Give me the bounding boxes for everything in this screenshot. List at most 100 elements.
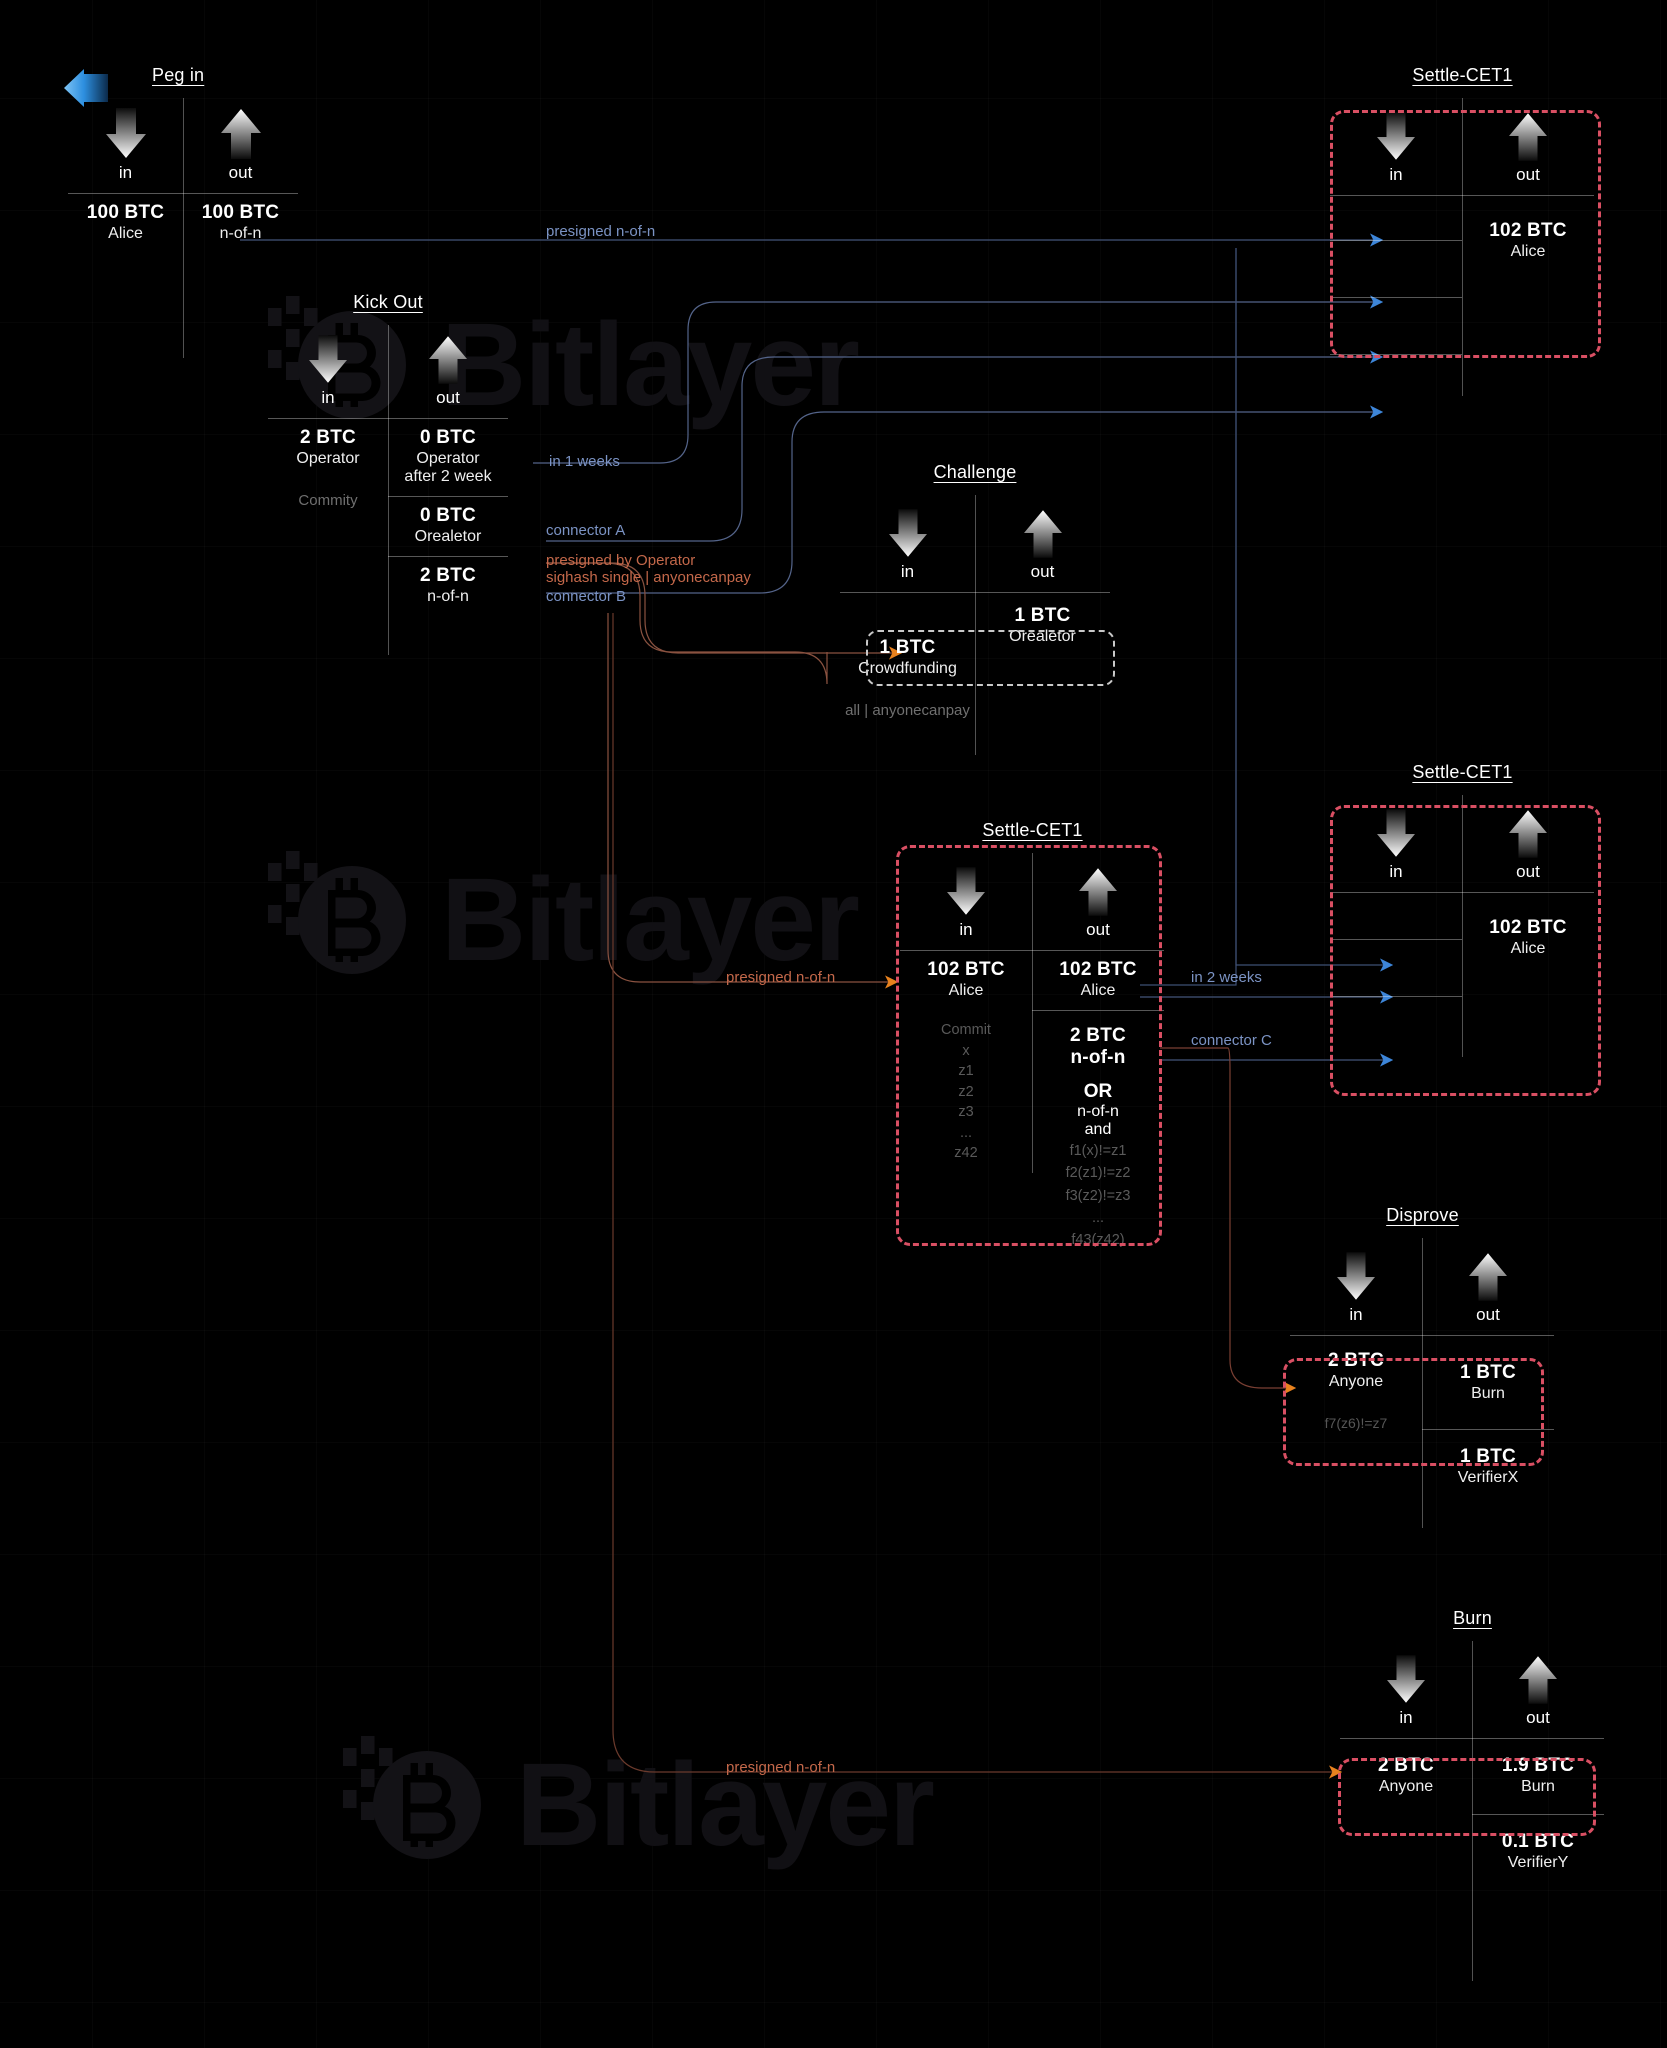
commit-item: z42	[954, 1145, 978, 1162]
amount-owner: Alice	[1080, 982, 1116, 999]
amount-value: 1 BTC	[1460, 1446, 1516, 1467]
burn-input-0: 2 BTC Anyone	[1340, 1739, 1472, 1806]
amount-value: 0.1 BTC	[1501, 1831, 1575, 1852]
burn-output-1: 0.1 BTC VerifierY	[1472, 1815, 1604, 1882]
arrow-up-icon	[1509, 810, 1547, 858]
amount-owner: VerifierY	[1507, 1854, 1569, 1871]
settle-top-in-io: in	[1330, 108, 1462, 185]
commit-item: x	[962, 1042, 970, 1059]
peg-in-in-io: in	[68, 104, 183, 183]
settle-top-out-io: out	[1462, 108, 1594, 185]
settle-cet1-top-title: Settle-CET1	[1412, 65, 1513, 85]
arrow-down-icon	[309, 335, 347, 383]
amount-value: 2 BTC	[420, 565, 476, 586]
arrow-up-icon	[1519, 1656, 1557, 1704]
kick-out-output-1: 0 BTC Orealetor	[388, 497, 508, 556]
amount-value: 1 BTC	[879, 637, 936, 658]
amount-value: 102 BTC	[1489, 220, 1567, 241]
arrow-down-icon	[1377, 809, 1415, 857]
settle-mid-in-io: in	[900, 863, 1032, 940]
or-label: OR	[1083, 1081, 1113, 1102]
io-label-in: in	[1399, 1708, 1413, 1727]
amount-owner: Crowdfunding	[858, 660, 957, 677]
io-label-in: in	[118, 163, 133, 182]
amount-owner: Operator	[296, 450, 360, 467]
io-label-out: out	[436, 388, 460, 407]
settle-mid-output-0: 102 BTC Alice	[1032, 951, 1164, 1010]
node-burn: Burn in 2 BTC Anyone out 1.9 BTC Burn 0.…	[1340, 1608, 1605, 1981]
challenge-in-io: in	[840, 505, 975, 582]
amount-owner: n-of-n	[219, 225, 262, 242]
arrow-up-icon	[1469, 1253, 1507, 1301]
io-label-out: out	[1030, 562, 1055, 581]
node-settle-cet1-right: Settle-CET1 in out 102 BTC Alice	[1330, 762, 1595, 1057]
disprove-in-io: in	[1290, 1248, 1422, 1325]
label-connector-c: connector C	[1191, 1032, 1272, 1049]
amount-value: 2 BTC	[1070, 1025, 1126, 1046]
peg-in-output-0: 100 BTC n-of-n	[183, 194, 298, 253]
io-label-in: in	[1389, 165, 1403, 184]
disprove-input-note: f7(z6)!=z7	[1324, 1415, 1388, 1431]
or-and: and	[1084, 1121, 1112, 1138]
disprove-title: Disprove	[1386, 1205, 1459, 1225]
amount-value: 2 BTC	[1378, 1755, 1434, 1776]
settle-top-output-0: 102 BTC Alice	[1462, 196, 1594, 271]
amount-value: 0 BTC	[420, 427, 476, 448]
amount-value: 0 BTC	[420, 505, 476, 526]
amount-owner: Orealetor	[1009, 628, 1076, 645]
burn-title: Burn	[1453, 1608, 1492, 1628]
node-settle-cet1-mid: Settle-CET1 in 102 BTC Alice Commit x z1…	[900, 820, 1165, 1250]
arrow-up-icon	[429, 336, 467, 384]
amount-owner: Anyone	[1378, 1778, 1434, 1795]
peg-in-title: Peg in	[152, 65, 205, 85]
label-connector-b: connector B	[546, 588, 627, 605]
peg-in-input-0: 100 BTC Alice	[68, 194, 183, 253]
commit-item: z3	[958, 1104, 974, 1121]
challenge-title: Challenge	[933, 462, 1017, 482]
io-label-out: out	[1516, 165, 1540, 184]
disprove-output-0: 1 BTC Burn	[1422, 1336, 1554, 1429]
peg-in-out-io: out	[183, 104, 298, 183]
amount-owner: Burn	[1471, 1385, 1505, 1402]
kick-out-in-io: in	[268, 331, 388, 408]
node-peg-in: Peg in in 100 BTC Alice out 100 BTC n-of…	[68, 65, 298, 358]
amount-value: 1 BTC	[1460, 1362, 1516, 1383]
label-in-1-weeks: in 1 weeks	[549, 453, 620, 470]
io-label-out: out	[1476, 1305, 1500, 1324]
io-label-out: out	[1516, 862, 1540, 881]
kick-out-title: Kick Out	[353, 292, 423, 312]
arrow-down-icon	[947, 867, 985, 915]
io-label-out: out	[1086, 920, 1110, 939]
or-condition: f2(z1)!=z2	[1065, 1165, 1131, 1182]
io-label-in: in	[1389, 862, 1403, 881]
kick-out-out-io: out	[388, 331, 508, 408]
arrow-down-icon	[105, 108, 146, 158]
label-presigned-nofn-bottom: presigned n-of-n	[726, 1759, 836, 1776]
or-condition: f1(x)!=z1	[1069, 1143, 1127, 1159]
amount-owner: Alice	[1510, 940, 1546, 957]
commit-item: ...	[959, 1124, 973, 1141]
amount-owner: Alice	[1510, 243, 1546, 260]
io-label-in: in	[321, 388, 335, 407]
burn-out-io: out	[1472, 1651, 1604, 1728]
node-disprove: Disprove in 2 BTC Anyone f7(z6)!=z7 out …	[1290, 1205, 1555, 1528]
amount-owner: Anyone	[1328, 1373, 1384, 1390]
kick-out-input-0: 2 BTC Operator	[268, 419, 388, 478]
settle-mid-or-block: OR n-of-n and f1(x)!=z1 f2(z1)!=z2 f3(z2…	[1032, 1081, 1164, 1250]
disprove-out-io: out	[1422, 1248, 1554, 1325]
settle-mid-out-io: out	[1032, 863, 1164, 940]
label-presigned-nofn-mid: presigned n-of-n	[726, 969, 836, 986]
challenge-output-0: 1 BTC Orealetor	[975, 593, 1110, 656]
settle-cet1-mid-title: Settle-CET1	[982, 820, 1083, 840]
amount-value: 2 BTC	[300, 427, 356, 448]
label-sighash-single: sighash single | anyonecanpay	[546, 569, 751, 586]
amount-value: 1.9 BTC	[1501, 1755, 1575, 1776]
label-presigned-nofn-top: presigned n-of-n	[546, 223, 656, 240]
arrow-up-icon	[1079, 868, 1117, 916]
settle-mid-output-1: 2 BTC n-of-n	[1032, 1011, 1164, 1071]
amount-owner: VerifierX	[1457, 1469, 1519, 1486]
amount-owner: Alice	[948, 982, 984, 999]
arrow-up-icon	[1023, 510, 1062, 558]
amount-value: 100 BTC	[86, 202, 165, 223]
label-in-2-weeks: in 2 weeks	[1191, 969, 1262, 986]
